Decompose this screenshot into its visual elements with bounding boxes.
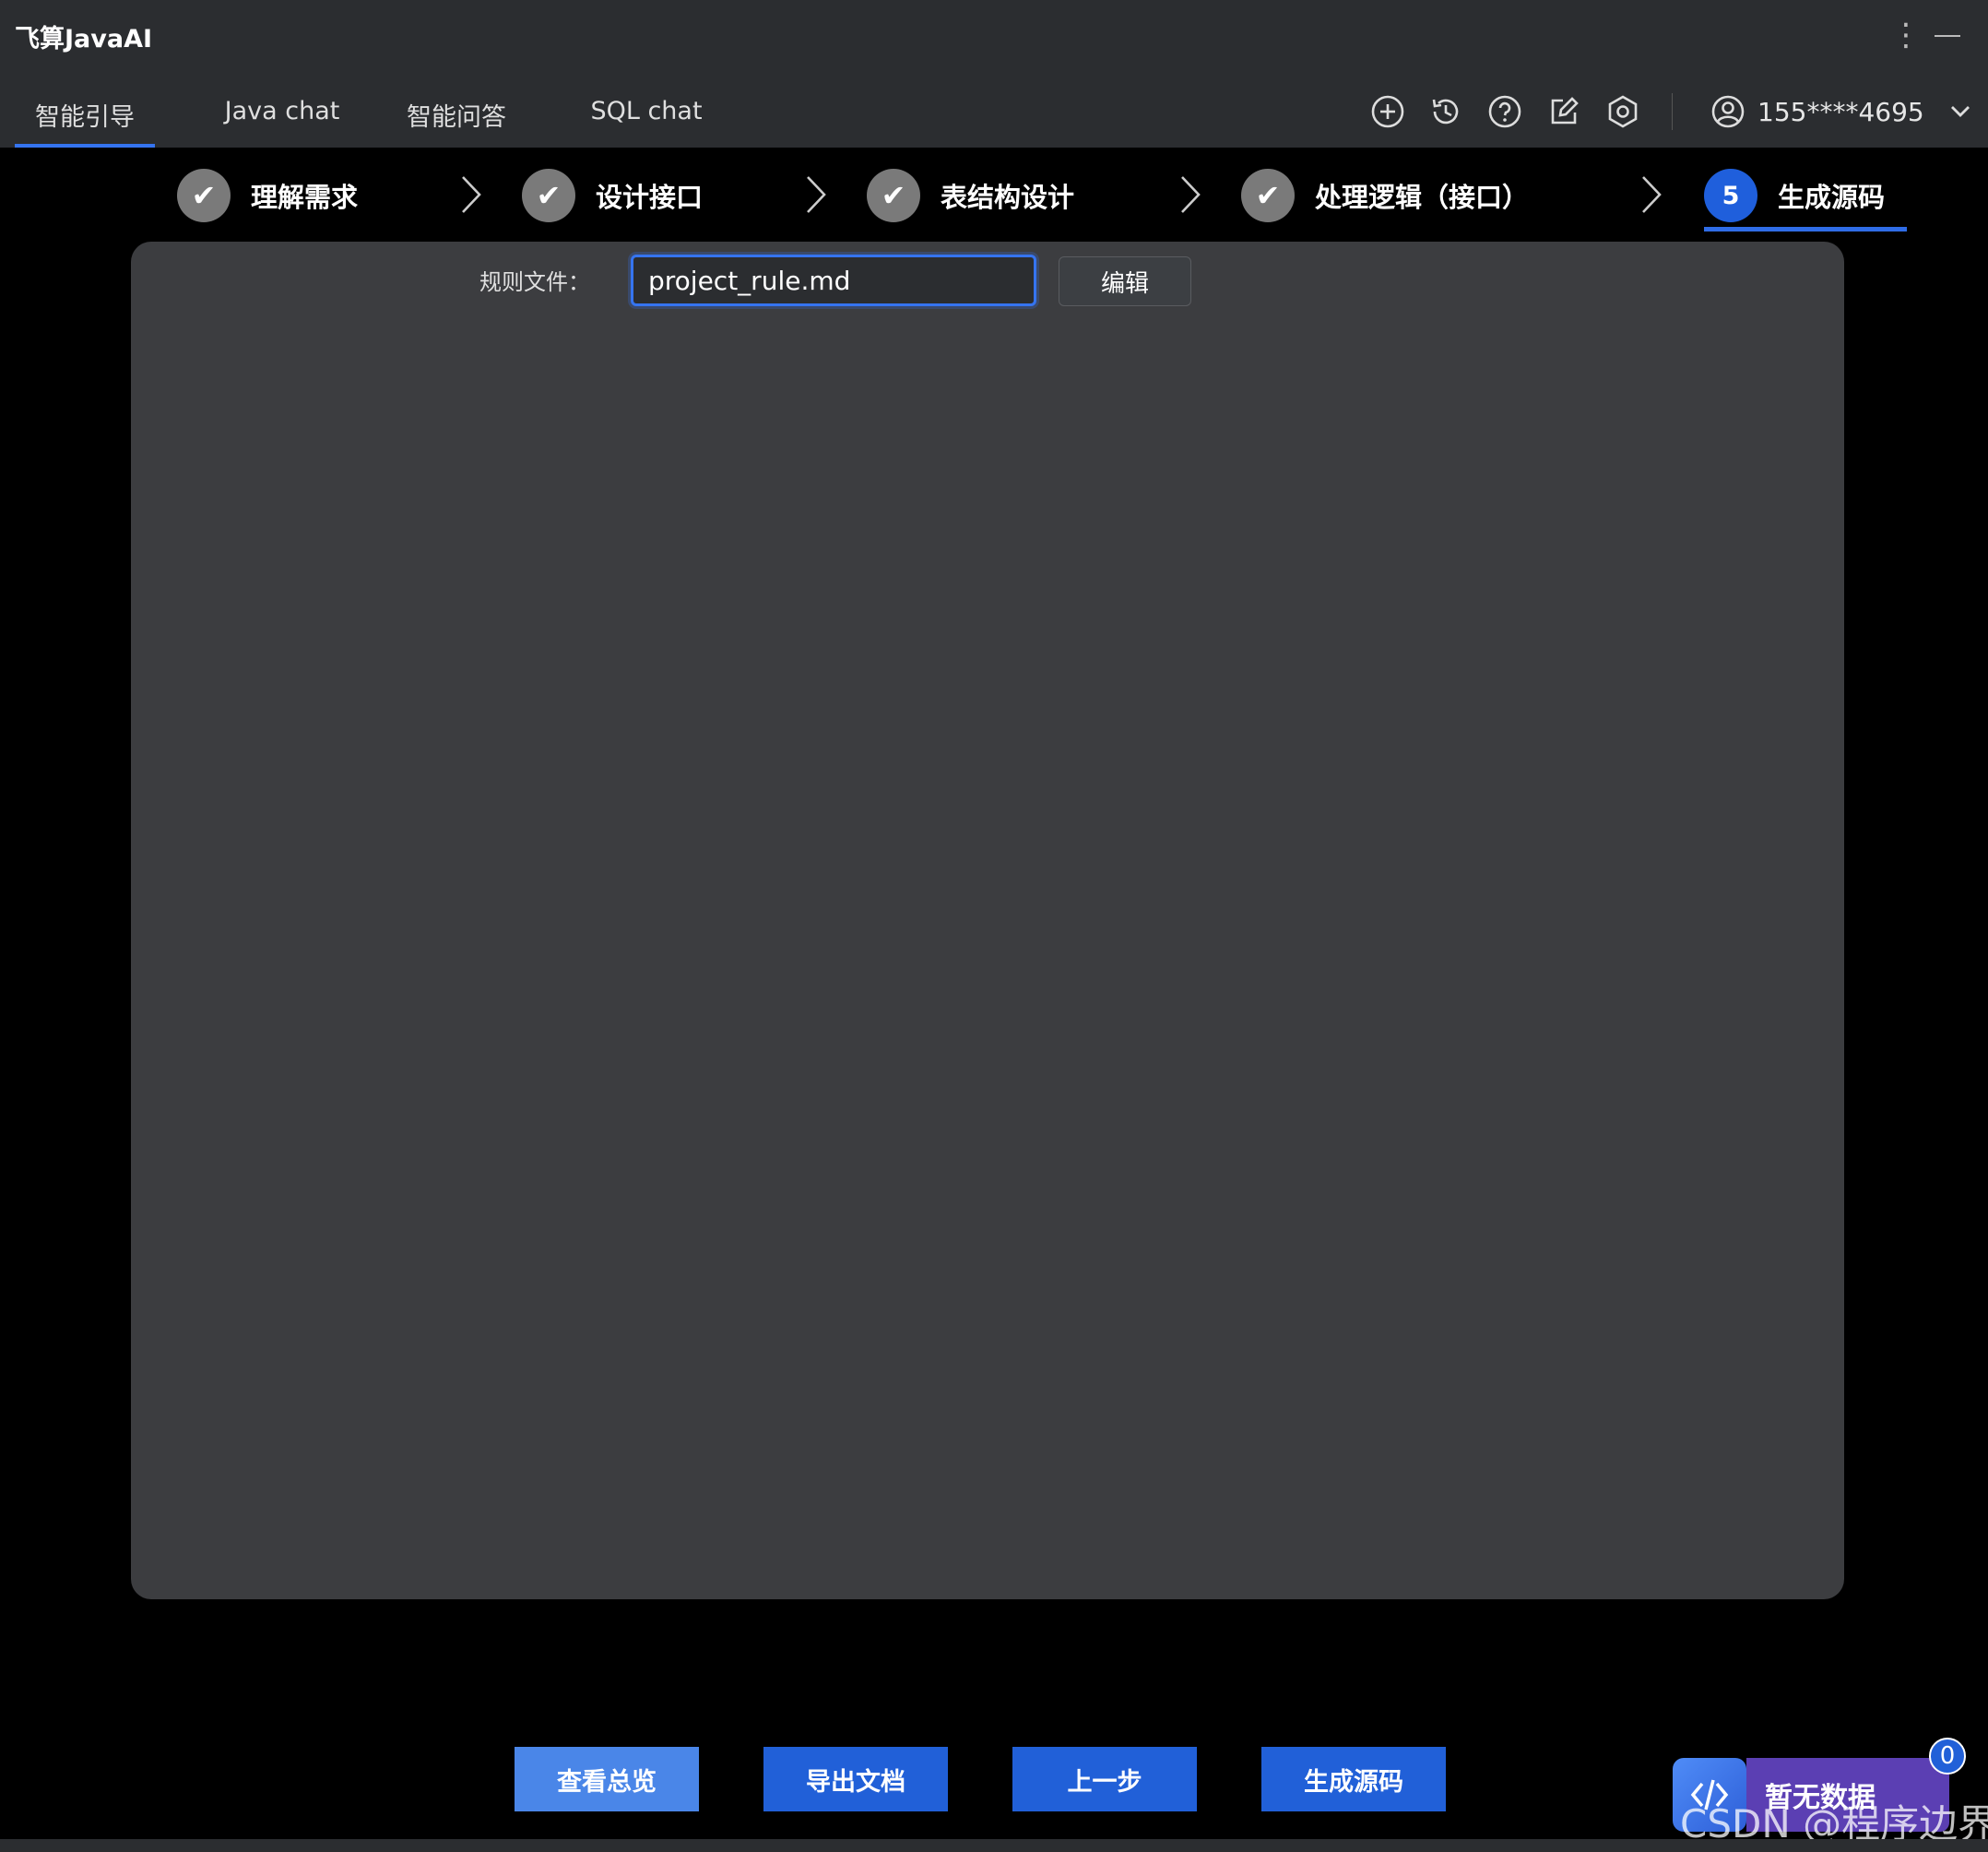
step-progress: ✔ 理解需求 ✔ 设计接口 ✔ 表结构设计 ✔ 处理逻辑（接口） 5 生成源码 bbox=[0, 148, 1988, 240]
generate-source-button[interactable]: 生成源码 bbox=[1261, 1747, 1446, 1811]
step-design-interface[interactable]: ✔ 设计接口 bbox=[522, 159, 703, 232]
check-icon: ✔ bbox=[522, 169, 575, 222]
notification-badge: 0 bbox=[1929, 1738, 1966, 1775]
history-icon[interactable] bbox=[1426, 92, 1465, 131]
step-label: 理解需求 bbox=[251, 182, 359, 213]
add-circle-icon[interactable] bbox=[1368, 92, 1407, 131]
tab-java-chat[interactable]: Java chat bbox=[190, 83, 374, 148]
toolbar-divider bbox=[1672, 93, 1673, 130]
active-step-indicator bbox=[1704, 227, 1907, 232]
rule-file-input[interactable] bbox=[631, 255, 1036, 306]
view-overview-button[interactable]: 查看总览 bbox=[515, 1747, 699, 1811]
check-icon: ✔ bbox=[1241, 169, 1295, 222]
step-label: 设计接口 bbox=[596, 182, 704, 213]
chevron-right-icon bbox=[807, 176, 826, 213]
step-understand-requirements[interactable]: ✔ 理解需求 bbox=[177, 159, 358, 232]
check-icon: ✔ bbox=[177, 169, 231, 222]
export-document-button[interactable]: 导出文档 bbox=[763, 1747, 948, 1811]
user-phone: 155****4695 bbox=[1757, 96, 1924, 127]
tab-smart-guide[interactable]: 智能引导 bbox=[15, 83, 155, 148]
step-label: 处理逻辑（接口） bbox=[1315, 182, 1530, 213]
window-bottom-edge bbox=[0, 1839, 1988, 1852]
edit-button[interactable]: 编辑 bbox=[1059, 256, 1191, 306]
step-number-badge: 5 bbox=[1704, 169, 1757, 222]
step-generate-source[interactable]: 5 生成源码 bbox=[1704, 159, 1885, 232]
app-title: 飞算JavaAI bbox=[15, 25, 153, 53]
user-menu[interactable]: 155****4695 bbox=[1710, 90, 1972, 133]
step-process-logic[interactable]: ✔ 处理逻辑（接口） bbox=[1241, 159, 1529, 232]
content-panel: 规则文件： 编辑 bbox=[131, 242, 1844, 1599]
step-label: 表结构设计 bbox=[941, 182, 1075, 213]
more-vertical-icon[interactable]: ⋮ bbox=[1890, 17, 1923, 53]
title-bar: 飞算JavaAI ⋮ 智能引导 Java chat 智能问答 SQL chat … bbox=[0, 0, 1988, 148]
edit-icon[interactable] bbox=[1544, 92, 1583, 131]
step-label: 生成源码 bbox=[1778, 182, 1886, 213]
chevron-right-icon bbox=[1181, 176, 1201, 213]
minimize-icon[interactable] bbox=[1935, 35, 1960, 37]
settings-icon[interactable] bbox=[1603, 92, 1642, 131]
chevron-down-icon[interactable] bbox=[1948, 100, 1972, 124]
rule-file-label: 规则文件： bbox=[479, 269, 590, 295]
chevron-right-icon bbox=[462, 176, 481, 213]
tab-smart-qa[interactable]: 智能问答 bbox=[387, 83, 526, 148]
help-icon[interactable] bbox=[1485, 92, 1524, 131]
check-icon: ✔ bbox=[867, 169, 920, 222]
user-icon bbox=[1711, 95, 1745, 128]
step-table-design[interactable]: ✔ 表结构设计 bbox=[867, 159, 1074, 232]
chevron-right-icon bbox=[1642, 176, 1662, 213]
previous-step-button[interactable]: 上一步 bbox=[1012, 1747, 1197, 1811]
tab-sql-chat[interactable]: SQL chat bbox=[568, 83, 725, 148]
